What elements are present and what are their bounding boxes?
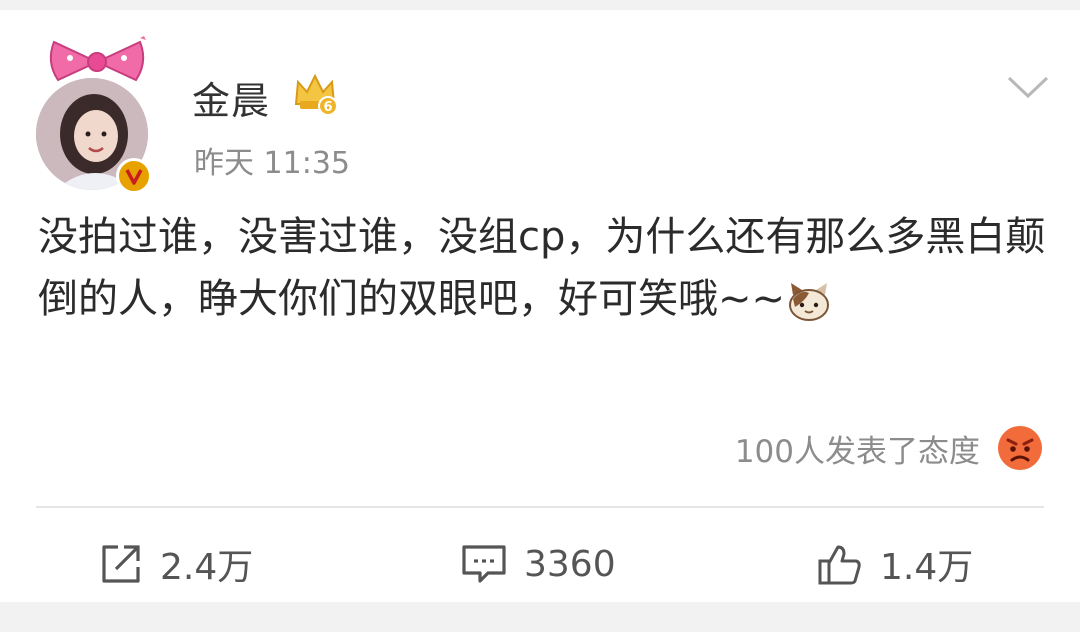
reactions-summary[interactable]: 100人发表了态度 [735, 424, 1044, 472]
share-icon [102, 545, 140, 583]
repost-button[interactable]: 2.4万 [98, 540, 253, 588]
angry-face-icon [998, 426, 1042, 470]
comment-count: 3360 [524, 543, 616, 585]
post-body: 没拍过谁，没害过谁，没组cp，为什么还有那么多黑白颠倒的人，睁大你们的双眼吧，好… [38, 206, 1048, 330]
comment-button[interactable]: 3360 [460, 540, 616, 588]
post-text: 没拍过谁，没害过谁，没组cp，为什么还有那么多黑白颠倒的人，睁大你们的双眼吧，好… [38, 214, 1046, 322]
vip-crown-icon[interactable]: 6 [292, 70, 338, 116]
repost-count: 2.4万 [160, 547, 254, 588]
cat-emoji-icon [789, 283, 830, 321]
post-timestamp: 昨天 11:35 [194, 146, 350, 181]
author-name[interactable]: 金晨 [192, 70, 270, 125]
vip-level: 6 [323, 100, 332, 115]
verified-badge-icon [116, 158, 152, 194]
author-avatar[interactable] [32, 36, 162, 194]
like-button[interactable]: 1.4万 [816, 540, 973, 588]
bow-decoration-icon [49, 36, 146, 82]
like-count: 1.4万 [880, 547, 974, 588]
chevron-down-icon[interactable] [1006, 74, 1050, 102]
weibo-post-card: 金晨 6 昨天 11:35 没拍过谁，没害过谁，没组cp，为什么还有那么多黑白颠… [0, 10, 1080, 602]
reactions-text: 100人发表了态度 [734, 433, 980, 470]
divider [36, 506, 1044, 508]
comment-icon [462, 545, 506, 583]
thumbs-up-icon [818, 545, 861, 585]
